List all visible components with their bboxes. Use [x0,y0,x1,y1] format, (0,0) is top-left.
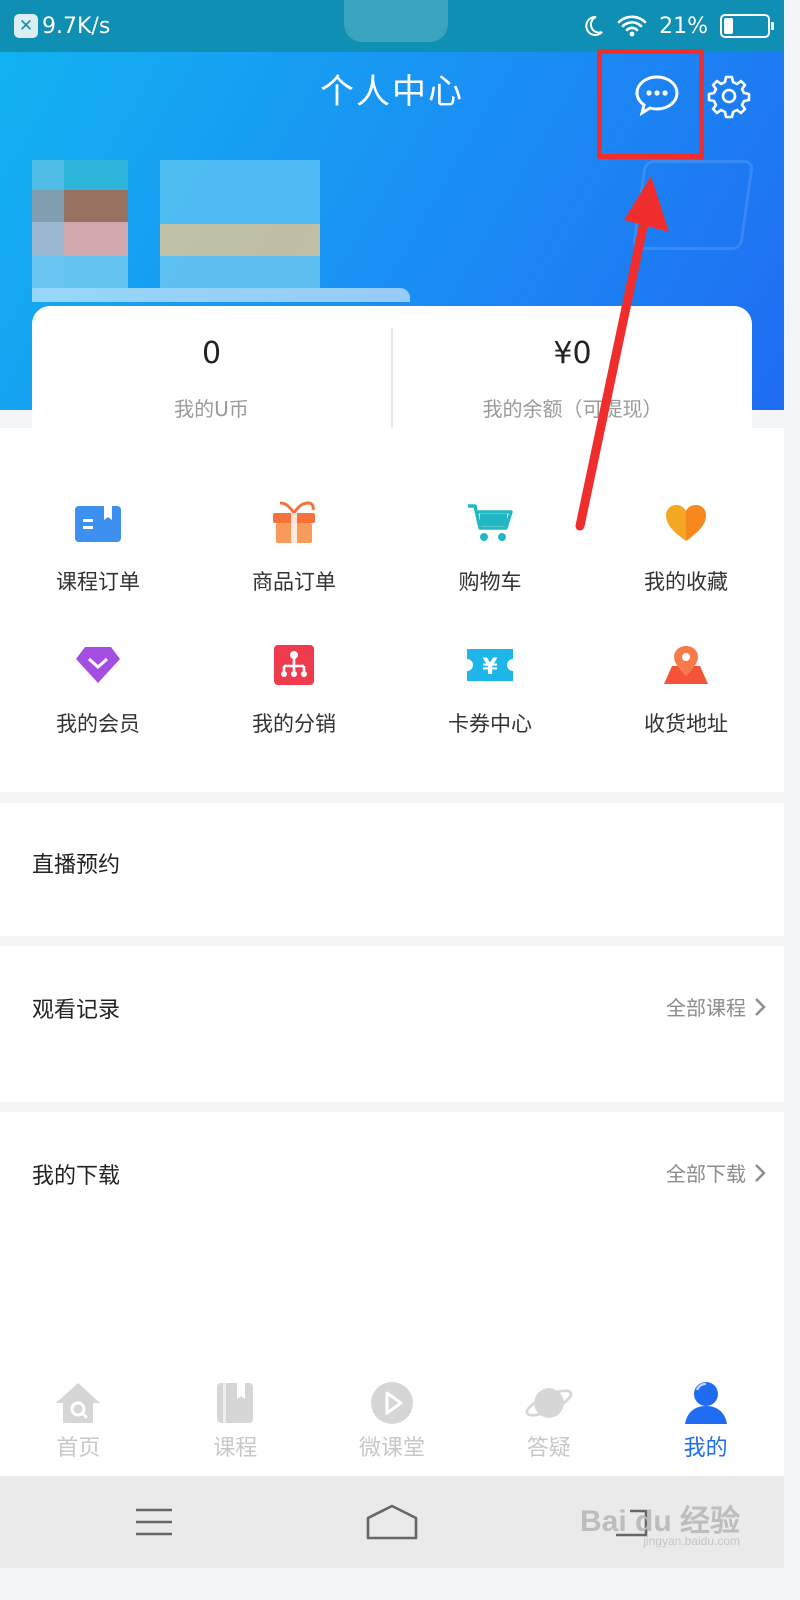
app-notification-icon: ✕ [14,14,38,38]
grid-item-distribution[interactable]: 我的分销 [196,642,392,738]
tab-label: 首页 [56,1436,101,1461]
grid-item-course-orders[interactable]: 课程订单 [0,500,196,596]
cart-icon [465,500,515,546]
section-downloads: 我的下载 全部下载 [0,1112,784,1364]
section-title: 直播预约 [32,853,121,878]
section-title: 观看记录 [32,998,121,1023]
moon-icon [585,15,603,36]
grid-item-coupons[interactable]: ¥ 卡券中心 [392,642,588,738]
grid-item-favorites[interactable]: 我的收藏 [588,500,784,596]
bottom-tab-bar: 首页 课程 微课堂 答疑 我的 [0,1364,784,1476]
section-live-booking[interactable]: 直播预约 [0,803,784,936]
battery-icon [720,14,774,38]
watermark-url: jingyan.baidu.com [643,1534,740,1548]
grid-item-product-orders[interactable]: 商品订单 [196,500,392,596]
section-watch-history: 观看记录 全部课程 [0,946,784,1102]
tab-courses[interactable]: 课程 [157,1364,314,1476]
grid-label: 收货地址 [644,712,728,736]
gift-icon [269,500,319,546]
grid-label: 商品订单 [252,570,336,594]
settings-button[interactable] [703,70,755,122]
menu-icon [136,1508,172,1536]
tab-label: 微课堂 [358,1436,425,1461]
system-nav-bar: Bai du 经验 jingyan.baidu.com [0,1476,784,1568]
tab-mine[interactable]: 我的 [627,1364,784,1476]
all-courses-link[interactable]: 全部课程 [666,992,766,1021]
tab-label: 答疑 [526,1436,571,1461]
all-downloads-link[interactable]: 全部下载 [666,1158,766,1187]
heart-icon [661,500,711,546]
coupon-icon: ¥ [465,642,515,688]
balance-label: 我的余额（可提现） [482,397,663,421]
stats-card: 0 我的U币 ¥0 我的余额（可提现） [32,306,752,446]
all-courses-label: 全部课程 [666,996,746,1020]
battery-percent: 21% [659,13,708,39]
distribution-icon [269,642,319,688]
network-speed: 9.7K/s [42,13,111,39]
grid-label: 卡券中心 [448,712,532,736]
svg-text:¥: ¥ [482,655,498,680]
header-decoration [631,160,755,250]
grid-item-membership[interactable]: 我的会员 [0,642,196,738]
chevron-right-icon [755,997,766,1016]
status-bar: ✕ 9.7K/s 21% [0,0,784,52]
chevron-right-icon [755,1163,766,1182]
balance-stat[interactable]: ¥0 我的余额（可提现） [393,306,752,446]
diamond-icon [73,642,123,688]
home-outline-icon [366,1504,418,1540]
ucoin-label: 我的U币 [174,397,249,421]
tab-label: 课程 [213,1436,258,1461]
planet-icon [524,1380,574,1426]
user-icon [681,1380,731,1426]
username-blurred [160,160,320,288]
section-title: 我的下载 [32,1164,121,1189]
camera-notch [344,0,448,42]
menu-button[interactable] [124,1502,184,1542]
ucoin-value: 0 [201,336,222,371]
grid-label: 我的收藏 [644,570,728,594]
tab-label: 我的 [683,1436,728,1461]
grid-label: 课程订单 [56,570,140,594]
wifi-icon [617,15,647,37]
gear-icon [707,75,751,119]
all-downloads-label: 全部下载 [666,1162,746,1186]
grid-item-address[interactable]: 收货地址 [588,642,784,738]
play-icon [367,1380,417,1426]
home-icon [53,1380,103,1426]
grid-label: 我的分销 [252,712,336,736]
highlight-box [597,49,704,159]
home-button[interactable] [362,1502,422,1542]
location-icon [661,642,711,688]
grid-label: 我的会员 [56,712,140,736]
grid-item-cart[interactable]: 购物车 [392,500,588,596]
balance-value: ¥0 [553,336,592,371]
tab-home[interactable]: 首页 [0,1364,157,1476]
function-grid: 课程订单 商品订单 购物车 我的收藏 我的会员 我的分销 ¥ 卡券中心 收货地址 [0,500,784,738]
tab-qa[interactable]: 答疑 [470,1364,627,1476]
avatar[interactable] [32,160,128,288]
grid-label: 购物车 [458,570,522,594]
course-order-icon [73,500,123,546]
book-icon [210,1380,260,1426]
tab-micro-class[interactable]: 微课堂 [314,1364,471,1476]
profile-progress-bar [32,288,410,302]
ucoin-stat[interactable]: 0 我的U币 [32,306,391,446]
